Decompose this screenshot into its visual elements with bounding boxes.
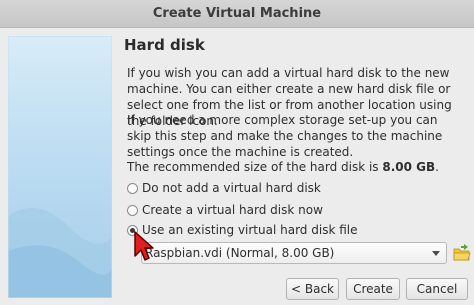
title-bar[interactable]: Create Virtual Machine xyxy=(0,0,474,28)
option-no-disk[interactable]: Do not add a virtual hard disk xyxy=(127,180,321,196)
back-button[interactable]: < Back xyxy=(286,278,339,300)
radio-create-disk[interactable] xyxy=(127,204,138,216)
option-create-disk[interactable]: Create a virtual hard disk now xyxy=(127,202,323,218)
recommended-size-value: 8.00 GB xyxy=(382,160,436,174)
create-vm-dialog: Create Virtual Machine Hard disk If you … xyxy=(0,0,474,305)
page-heading: Hard disk xyxy=(124,36,205,54)
option-no-disk-label[interactable]: Do not add a virtual hard disk xyxy=(142,181,321,195)
option-existing-disk-label[interactable]: Use an existing virtual hard disk file xyxy=(142,223,357,237)
option-create-disk-label[interactable]: Create a virtual hard disk now xyxy=(142,203,323,217)
folder-open-icon[interactable] xyxy=(452,242,472,264)
recommended-prefix: The recommended size of the hard disk is xyxy=(127,160,383,174)
create-button[interactable]: Create xyxy=(346,278,400,300)
dialog-button-bar: < Back Create Cancel xyxy=(0,272,474,305)
mouse-pointer-icon xyxy=(132,230,158,266)
wizard-side-illustration xyxy=(8,36,112,298)
window-title: Create Virtual Machine xyxy=(152,6,322,21)
chevron-down-icon[interactable] xyxy=(432,251,440,256)
cancel-button[interactable]: Cancel xyxy=(406,278,468,300)
disk-file-select-value: Raspbian.vdi (Normal, 8.00 GB) xyxy=(145,246,335,260)
recommended-size-text: The recommended size of the hard disk is… xyxy=(127,159,465,175)
complex-setup-paragraph: If you need a more complex storage set-u… xyxy=(127,113,443,159)
radio-no-disk[interactable] xyxy=(127,182,138,194)
option-existing-disk[interactable]: Use an existing virtual hard disk file xyxy=(127,222,357,238)
recommended-suffix: . xyxy=(435,160,439,174)
disk-file-select[interactable]: Raspbian.vdi (Normal, 8.00 GB) xyxy=(141,242,447,264)
